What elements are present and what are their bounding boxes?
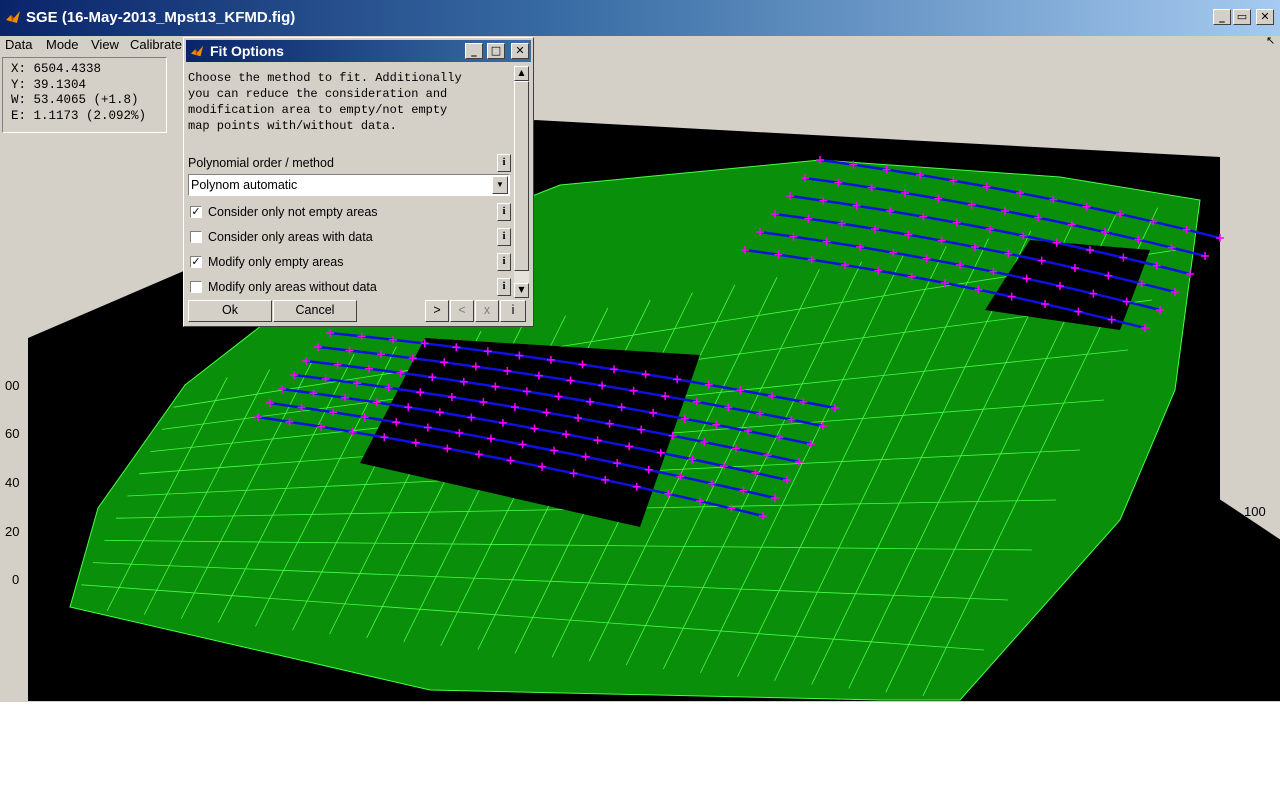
option-info-button[interactable]: i [497, 278, 511, 296]
dialog-description: Choose the method to fit. Additionally y… [188, 71, 462, 133]
z-tick-label: 40 [5, 475, 19, 490]
z-tick-label: 20 [5, 524, 19, 539]
method-info-button[interactable]: i [497, 154, 511, 172]
scroll-down-icon[interactable]: ▼ [514, 283, 529, 298]
checkbox-modify-empty[interactable]: ✓ [190, 256, 202, 268]
checkbox-consider-not-empty[interactable]: ✓ [190, 206, 202, 218]
minimize-button[interactable]: _ [1213, 9, 1231, 25]
y-tick-label: 50 [1087, 646, 1101, 661]
scroll-thumb[interactable] [514, 81, 529, 271]
dialog-titlebar[interactable]: Fit Options _ □ ✕ [186, 40, 531, 62]
z-tick-label: 60 [5, 426, 19, 441]
menu-view[interactable]: View [91, 37, 119, 52]
matlab-icon [6, 11, 20, 23]
option-label[interactable]: Modify only empty areas [208, 255, 343, 269]
dialog-maximize-button[interactable]: □ [487, 43, 505, 59]
y-tick-label: 60 [1118, 618, 1132, 633]
info-button[interactable]: i [500, 300, 526, 322]
arrow-icon: ↖ [1266, 35, 1276, 47]
window-title: SGE (16-May-2013_Mpst13_KFMD.fig) [26, 9, 296, 26]
option-label[interactable]: Consider only not empty areas [208, 205, 378, 219]
y-tick-label: 100 [1244, 504, 1266, 519]
method-select[interactable]: Polynom automatic ▼ [188, 174, 510, 196]
option-label[interactable]: Modify only areas without data [208, 280, 377, 294]
close-small-button[interactable]: x [475, 300, 499, 322]
dialog-minimize-button[interactable]: _ [465, 43, 483, 59]
coordinate-readout: X: 6504.4338 Y: 39.1304 W: 53.4065 (+1.8… [2, 57, 167, 133]
scroll-up-icon[interactable]: ▲ [514, 66, 529, 81]
z-axis-ticks: 00 60 40 20 0 [5, 378, 19, 587]
checkbox-consider-with-data[interactable] [190, 231, 202, 243]
menu-data[interactable]: Data [5, 37, 32, 52]
option-info-button[interactable]: i [497, 203, 511, 221]
dialog-scrollbar[interactable]: ▲ ▼ [514, 66, 529, 298]
menu-mode[interactable]: Mode [46, 37, 79, 52]
readout-e: E: 1.1173 (2.092%) [11, 108, 147, 123]
check-icon: ✓ [191, 205, 201, 218]
check-icon: ✓ [191, 255, 201, 268]
checkbox-modify-without-data[interactable] [190, 281, 202, 293]
y-tick-label: 80 [1181, 560, 1195, 575]
option-label[interactable]: Consider only areas with data [208, 230, 373, 244]
chevron-down-icon[interactable]: ▼ [492, 176, 508, 194]
restore-button[interactable]: ▭ [1233, 9, 1251, 25]
readout-w: W: 53.4065 (+1.8) [11, 93, 139, 107]
z-tick-label: 0 [12, 572, 19, 587]
y-tick-label: 40 [1056, 674, 1070, 689]
option-info-button[interactable]: i [497, 253, 511, 271]
matlab-icon [190, 45, 204, 57]
dialog-title: Fit Options [210, 43, 284, 59]
option-info-button[interactable]: i [497, 228, 511, 246]
ok-button[interactable]: Ok [188, 300, 272, 322]
fit-options-dialog: Fit Options _ □ ✕ Choose the method to f… [183, 37, 534, 327]
cancel-button[interactable]: Cancel [273, 300, 357, 322]
dialog-close-button[interactable]: ✕ [511, 43, 529, 59]
method-select-value: Polynom automatic [191, 178, 298, 192]
next-button[interactable]: > [425, 300, 449, 322]
status-area [0, 701, 1280, 801]
readout-y: Y: 39.1304 [11, 77, 87, 92]
y-tick-label: 70 [1150, 589, 1164, 604]
y-tick-label: 90 [1212, 532, 1226, 547]
close-button[interactable]: ✕ [1256, 9, 1274, 25]
z-tick-label: 00 [5, 378, 19, 393]
menu-calibrate[interactable]: Calibrate [130, 37, 182, 52]
readout-x: X: 6504.4338 [11, 62, 102, 76]
prev-button[interactable]: < [450, 300, 474, 322]
window-titlebar: SGE (16-May-2013_Mpst13_KFMD.fig) _ ▭ ✕ [0, 0, 1280, 36]
method-label: Polynomial order / method [188, 156, 334, 170]
